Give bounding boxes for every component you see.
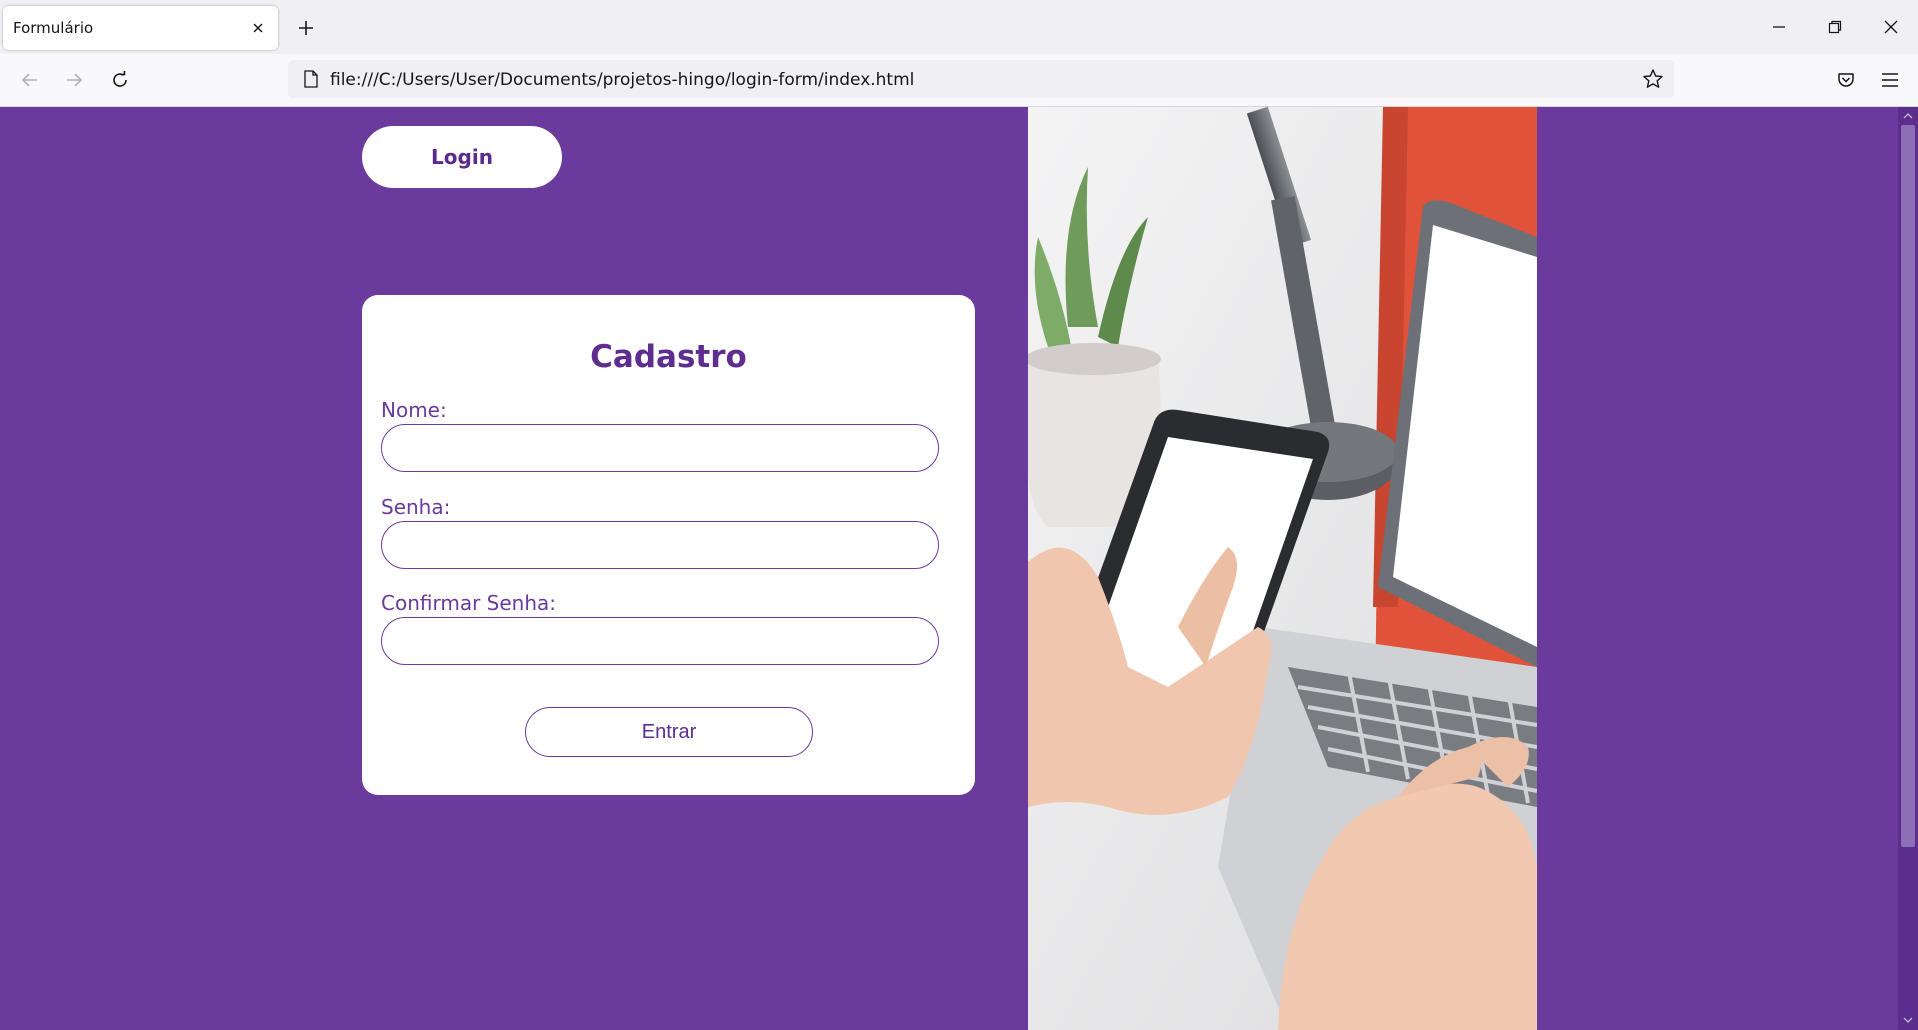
confirm-password-label: Confirmar Senha:: [381, 591, 557, 615]
bookmark-star-icon[interactable]: [1640, 66, 1666, 92]
browser-tab[interactable]: Formulário: [3, 6, 278, 50]
phone-laptop-illustration: [1028, 107, 1537, 1030]
menu-icon[interactable]: [1874, 64, 1906, 96]
password-label: Senha:: [381, 495, 451, 519]
close-tab-icon[interactable]: [246, 16, 270, 40]
scroll-up-icon[interactable]: [1900, 109, 1916, 123]
restore-icon[interactable]: [1812, 8, 1858, 46]
address-bar[interactable]: file:///C:/Users/User/Documents/projetos…: [288, 60, 1674, 98]
tab-title: Formulário: [13, 19, 94, 37]
name-label: Nome:: [381, 398, 447, 422]
form-title: Cadastro: [590, 339, 747, 375]
vertical-scrollbar[interactable]: [1898, 107, 1918, 1030]
name-input[interactable]: [381, 424, 939, 472]
login-button[interactable]: Login: [362, 126, 562, 188]
url-text[interactable]: file:///C:/Users/User/Documents/projetos…: [330, 70, 914, 90]
reload-icon[interactable]: [104, 64, 136, 96]
forward-icon[interactable]: [58, 64, 90, 96]
signup-card: Cadastro Nome: Senha: Confirmar Senha: E…: [362, 295, 975, 795]
hero-photo: [1028, 107, 1537, 1030]
tab-strip: Formulário: [0, 0, 1918, 54]
page-viewport: Login Cadastro Nome: Senha: Confirmar Se…: [0, 107, 1898, 1030]
scroll-down-icon[interactable]: [1900, 1013, 1916, 1027]
close-window-icon[interactable]: [1868, 8, 1914, 46]
back-icon[interactable]: [14, 64, 46, 96]
password-input[interactable]: [381, 521, 939, 569]
confirm-password-input[interactable]: [381, 617, 939, 665]
minimize-icon[interactable]: [1756, 8, 1802, 46]
pocket-icon[interactable]: [1830, 64, 1862, 96]
page-icon: [300, 68, 322, 90]
scrollbar-thumb[interactable]: [1901, 125, 1915, 847]
new-tab-icon[interactable]: [292, 14, 320, 42]
submit-button[interactable]: Entrar: [525, 707, 813, 757]
navigation-toolbar: file:///C:/Users/User/Documents/projetos…: [0, 54, 1918, 107]
